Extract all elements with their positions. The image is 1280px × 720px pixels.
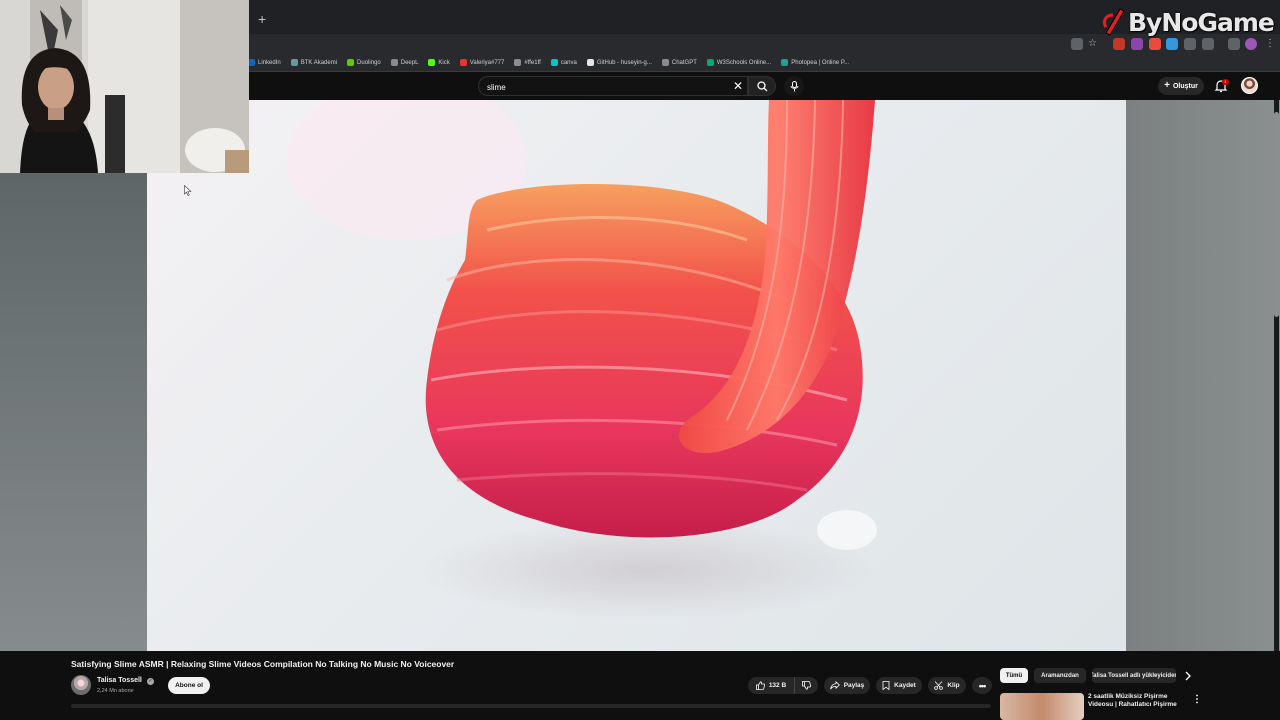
bookmark-favicon-icon <box>248 59 255 66</box>
bookmark-favicon-icon <box>586 59 594 66</box>
bookmark-favicon-icon <box>347 59 355 66</box>
clear-search-icon[interactable]: ✕ <box>733 80 743 92</box>
bookmark-label: LinkedIn <box>258 59 281 66</box>
bookmark-favicon-icon <box>706 59 714 66</box>
bookmark-label: GitHub - huseyin-g... <box>596 59 652 66</box>
bookmark-item[interactable]: ChatGPT <box>661 59 697 66</box>
search-box[interactable]: ✕ <box>478 76 748 96</box>
voice-search-button[interactable] <box>784 76 804 96</box>
thumbs-up-icon <box>755 681 765 690</box>
dislike-button[interactable] <box>794 677 818 694</box>
streamer-webcam-image <box>0 0 249 173</box>
bookmark-item[interactable]: canva <box>550 59 577 66</box>
bookmark-label: BTK Akademi <box>300 59 338 66</box>
bookmark-item[interactable]: W3Schools Online... <box>706 59 772 66</box>
bookmark-favicon-icon <box>459 59 467 66</box>
create-button[interactable]: + Oluştur <box>1158 77 1204 95</box>
bookmark-favicon-icon <box>290 59 298 66</box>
bookmark-icon <box>882 681 890 690</box>
plus-icon: + <box>1164 80 1170 91</box>
chevron-right-icon[interactable] <box>1182 670 1194 682</box>
channel-name[interactable]: Talisa Tossell <box>97 677 142 684</box>
clip-label: Klip <box>947 682 960 689</box>
subscriber-count: 2,24 Mn abone <box>97 688 134 694</box>
bookmark-favicon-icon <box>390 59 398 66</box>
streamer-webcam <box>0 0 249 173</box>
page-scrollbar-thumb[interactable] <box>1274 112 1279 317</box>
search-button[interactable] <box>748 76 776 96</box>
player-ambient-right <box>1126 100 1280 651</box>
player-ambient-left <box>0 173 147 651</box>
save-label: Kaydet <box>894 682 916 689</box>
bookmark-star-icon[interactable]: ☆ <box>1088 38 1100 50</box>
video-title: Satisfying Slime ASMR | Relaxing Slime V… <box>71 659 455 669</box>
save-button[interactable]: Kaydet <box>876 677 922 694</box>
mouse-cursor-icon <box>184 185 192 196</box>
bookmark-favicon-icon <box>514 59 522 66</box>
recommendation-title[interactable]: 2 saatlik Müziksiz Pişirme Videosu | Rah… <box>1088 693 1188 709</box>
channel-avatar[interactable] <box>71 675 91 695</box>
bookmark-favicon-icon <box>550 59 558 66</box>
thumbs-down-icon <box>802 681 811 690</box>
bookmark-item[interactable]: Kick <box>428 59 450 66</box>
more-actions-button[interactable]: ••• <box>972 677 992 694</box>
clip-button[interactable]: Klip <box>928 677 966 694</box>
share-arrow-icon <box>829 681 840 690</box>
bookmark-item[interactable]: Duolingo <box>347 59 381 66</box>
slime-video-image <box>287 100 877 620</box>
new-tab-button[interactable]: + <box>258 12 272 26</box>
account-avatar[interactable] <box>1241 77 1258 94</box>
bookmark-favicon-icon <box>781 59 789 66</box>
verified-check-icon: ✓ <box>147 678 154 685</box>
bookmark-label: #ffe1ff <box>524 59 541 66</box>
bookmark-item[interactable]: DeepL <box>390 59 419 66</box>
bynogame-logo: ByNoGame <box>1100 4 1280 40</box>
more-vertical-icon[interactable] <box>1193 694 1201 704</box>
share-label: Paylaş <box>843 682 865 689</box>
bookmark-item[interactable]: Photopea | Online P... <box>781 59 849 66</box>
chip-from-search[interactable]: Aramanızdan <box>1034 668 1086 683</box>
like-button[interactable]: 132 B <box>748 677 794 694</box>
bookmark-label: Kick <box>438 59 450 66</box>
scissors-icon <box>934 681 944 690</box>
like-count: 132 B <box>768 682 787 689</box>
bynogame-logo-icon <box>1102 8 1125 36</box>
microphone-icon <box>790 80 798 91</box>
bookmark-favicon-icon <box>661 59 669 66</box>
more-horizontal-icon: ••• <box>978 680 987 691</box>
recommendation-thumbnail[interactable] <box>1000 693 1084 720</box>
bookmark-item[interactable]: Valeriya#777 <box>459 59 505 66</box>
bookmark-label: ChatGPT <box>671 59 697 66</box>
install-app-icon[interactable] <box>1071 38 1083 50</box>
chip-all[interactable]: Tümü <box>1000 668 1028 683</box>
notification-count-badge: 1 <box>1222 79 1229 85</box>
bookmark-item[interactable]: #ffe1ff <box>514 59 541 66</box>
share-button[interactable]: Paylaş <box>824 677 870 694</box>
chip-from-uploader[interactable]: Talisa Tossell adlı yükleyiciden <box>1092 668 1176 683</box>
bookmark-label: DeepL <box>400 59 419 66</box>
bookmark-label: canva <box>560 59 577 66</box>
bynogame-logo-text: ByNoGame <box>1128 7 1275 37</box>
search-icon <box>756 80 767 91</box>
bookmark-label: Photopea | Online P... <box>791 59 850 66</box>
bookmark-item[interactable]: LinkedIn <box>248 59 281 66</box>
bookmark-favicon-icon <box>428 59 436 66</box>
bookmark-label: Duolingo <box>357 59 381 66</box>
bookmark-item[interactable]: GitHub - huseyin-g... <box>586 59 652 66</box>
video-frame[interactable] <box>147 100 1126 651</box>
description-box-edge <box>71 704 991 708</box>
bookmark-label: Valeriya#777 <box>469 59 505 66</box>
subscribe-button[interactable]: Abone ol <box>168 677 210 694</box>
search-input[interactable] <box>487 80 717 94</box>
bookmark-item[interactable]: BTK Akademi <box>290 59 338 66</box>
bookmark-label: W3Schools Online... <box>716 59 772 66</box>
create-button-label: Oluştur <box>1172 82 1198 90</box>
